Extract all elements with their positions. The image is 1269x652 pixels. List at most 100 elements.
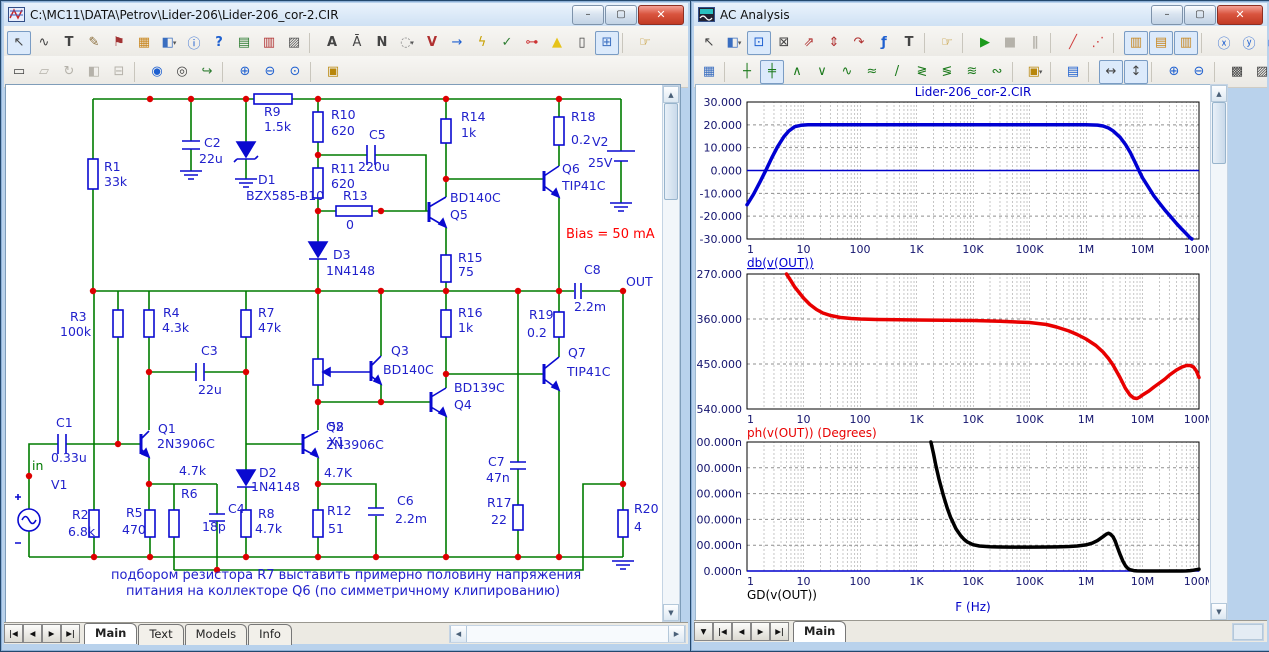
pause-icon[interactable]: ∥ [1023,31,1047,55]
scroll-down-button[interactable]: ▼ [663,604,679,621]
show-conditions-icon[interactable]: ✓ [495,31,519,55]
close-button[interactable]: ✕ [1217,5,1263,25]
point-to-point-paths-icon[interactable]: ▥ [257,31,281,55]
next-page-button[interactable]: ▶ [42,624,61,643]
show-pin-connections-icon[interactable]: ⊶ [520,31,544,55]
plot-vscrollbar[interactable]: ▲ ▼ [1210,84,1228,621]
rotate-icon[interactable]: ↻ [57,60,81,84]
vertical-tag-icon[interactable]: ⇕ [822,31,846,55]
select-region-icon[interactable]: ▭ [7,60,31,84]
global-low-icon[interactable]: ≶ [935,60,959,84]
tab-info[interactable]: Info [248,624,292,645]
component-menu-icon[interactable]: ▦ [132,31,156,55]
tab-text[interactable]: Text [138,624,183,645]
data-points-icon[interactable]: ⋰ [1086,31,1110,55]
select-mode-icon[interactable]: ↖ [697,31,721,55]
scroll-down-button[interactable]: ▼ [1211,603,1227,620]
analysis-hscrollbar[interactable] [1232,623,1264,641]
dropdown-arrow-icon[interactable]: ▾ [1039,68,1043,76]
flip-y-icon[interactable]: ⊟ [107,60,131,84]
box-tool-icon[interactable]: ▱ [32,60,56,84]
global-high-icon[interactable]: ≷ [910,60,934,84]
previous-page-button[interactable]: ◀ [23,624,42,643]
text-mode-icon[interactable]: T [57,31,81,55]
scroll-thumb[interactable] [1212,102,1226,164]
cursor-mode-icon[interactable]: ⊠ [772,31,796,55]
minimize-button[interactable]: – [572,5,604,25]
point-tag-icon[interactable]: ⇗ [797,31,821,55]
peak-icon[interactable]: ∧ [785,60,809,84]
tab-models[interactable]: Models [185,624,248,645]
show-grid-text-icon[interactable]: Ā [345,31,369,55]
find-text-icon[interactable]: ◎ [170,60,194,84]
zoom-out-icon[interactable]: ⊖ [1187,60,1211,84]
page-list-button[interactable]: ▼ [694,622,713,641]
vertical-grid-icon[interactable]: ▥ [1174,31,1198,55]
point-to-end-paths-icon[interactable]: ▤ [232,31,256,55]
run-icon[interactable]: ▶ [973,31,997,55]
cross-probe-icon[interactable]: ⊞ [595,31,619,55]
zoom-out-icon[interactable]: ⊖ [258,60,282,84]
show-node-numbers-icon[interactable]: N [370,31,394,55]
high-icon[interactable]: ∿ [835,60,859,84]
schematic-canvas[interactable]: R133kC222uD1BZX585-B10R91.5kR10620C5220u… [5,84,681,623]
last-page-button[interactable]: ▶| [61,624,80,643]
formula-text-icon[interactable]: ƒ [872,31,896,55]
shapes-menu-icon[interactable]: ◧▾ [157,31,181,55]
title-block-icon[interactable]: ▯ [570,31,594,55]
send-back-icon[interactable]: ▨ [1250,60,1269,84]
scale-mode-icon[interactable]: ⊡ [747,31,771,55]
bring-front-icon[interactable]: ▩ [1225,60,1249,84]
schematic-titlebar[interactable]: C:\MC11\DATA\Petrov\Lider-206\Lider-206_… [4,3,688,26]
auto-scale-x-icon[interactable]: ↔ [1099,60,1123,84]
info-mode-icon[interactable]: ⓘ [182,31,206,55]
help-mode-icon[interactable]: ? [207,31,231,55]
previous-page-button[interactable]: ◀ [732,622,751,641]
properties-icon[interactable]: ☞ [935,31,959,55]
tab-main[interactable]: Main [84,623,137,644]
first-page-button[interactable]: |◀ [713,622,732,641]
go-to-flag-icon[interactable]: ↪ [195,60,219,84]
scroll-thumb[interactable] [664,103,678,200]
clipboard-icon[interactable]: ▣▾ [1023,60,1047,84]
next-data-point-icon[interactable]: ┼ [735,60,759,84]
design-rules-icon[interactable]: ▨ [282,31,306,55]
horizontal-tag-icon[interactable]: ↷ [847,31,871,55]
zoom-in-icon[interactable]: ⊕ [233,60,257,84]
stop-icon[interactable]: ■ [998,31,1022,55]
flip-x-icon[interactable]: ◧ [82,60,106,84]
show-node-voltages-icon[interactable]: V [420,31,444,55]
flag-mode-icon[interactable]: ⚑ [107,31,131,55]
text-mode-icon[interactable]: T [897,31,921,55]
scroll-right-button[interactable]: ▶ [668,626,685,642]
maximize-button[interactable]: ▢ [605,5,637,25]
horizontal-grid-icon[interactable]: ▤ [1149,31,1173,55]
maximize-button[interactable]: ▢ [1184,5,1216,25]
first-page-button[interactable]: |◀ [4,624,23,643]
dropdown-arrow-icon[interactable]: ▾ [738,39,742,47]
next-page-button[interactable]: ▶ [751,622,770,641]
graphics-menu-icon[interactable]: ◧▾ [722,31,746,55]
show-warnings-icon[interactable]: ▲ [545,31,569,55]
properties-icon[interactable]: ☞ [633,31,657,55]
tab-main[interactable]: Main [793,621,846,642]
schematic-hscrollbar[interactable]: ◀ ▶ [449,625,686,643]
bottom-cursor-icon[interactable]: ≋ [960,60,984,84]
inflection-icon[interactable]: / [885,60,909,84]
last-page-button[interactable]: ▶| [770,622,789,641]
find-part-icon[interactable]: ◉ [145,60,169,84]
go-to-y-icon[interactable]: ⓨ [1237,31,1261,55]
one-curve-per-plot-icon[interactable]: ▥ [1124,31,1148,55]
scroll-left-button[interactable]: ◀ [450,626,467,642]
schematic-vscrollbar[interactable]: ▲ ▼ [662,85,680,622]
slope-icon[interactable]: ╱ [1061,31,1085,55]
dropdown-arrow-icon[interactable]: ▾ [173,39,177,47]
close-button[interactable]: ✕ [638,5,684,25]
go-to-x-icon[interactable]: ⓧ [1212,31,1236,55]
page-copy-icon[interactable]: ▣ [321,60,345,84]
zoom-in-icon[interactable]: ⊕ [1162,60,1186,84]
go-to-performance-icon[interactable]: ⓕ [1262,31,1269,55]
dropdown-arrow-icon[interactable]: ▾ [410,39,414,47]
numeric-output-icon[interactable]: ▤ [1061,60,1085,84]
show-power-icon[interactable]: ϟ [470,31,494,55]
